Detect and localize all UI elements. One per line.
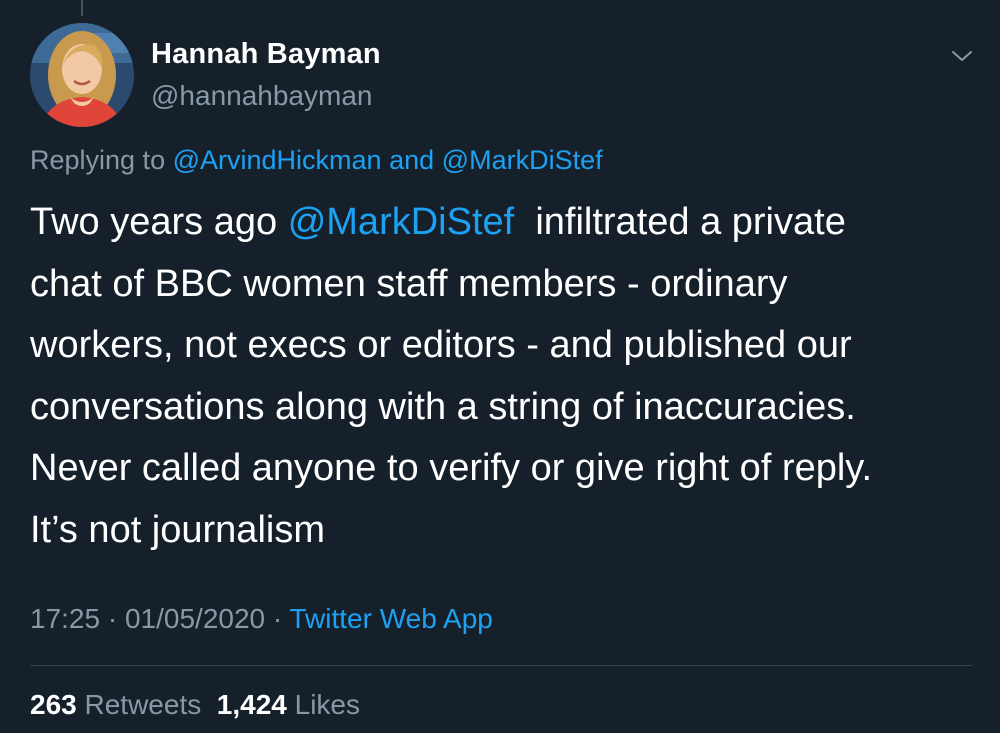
tweet-source-link[interactable]: Twitter Web App <box>290 603 493 634</box>
tweet-time[interactable]: 17:25 <box>30 603 100 634</box>
author-handle[interactable]: @hannahbayman <box>151 80 372 112</box>
tweet-line-5: Never called anyone to verify or give ri… <box>30 447 873 489</box>
tweet-mention-markdistef[interactable]: @MarkDiStef <box>288 201 515 243</box>
chevron-down-icon[interactable] <box>948 46 976 66</box>
retweets-stat[interactable]: 263 Retweets <box>30 689 201 720</box>
tweet-text: Two years ago @MarkDiStef infiltrated a … <box>30 192 980 561</box>
thread-connector-line <box>81 0 83 16</box>
divider <box>30 665 972 666</box>
tweet-line-4: conversations along with a string of ina… <box>30 385 856 428</box>
retweets-label: Retweets <box>84 689 202 720</box>
retweets-count: 263 <box>30 689 77 720</box>
tweet-text-segment: Two years ago <box>30 201 278 243</box>
meta-separator: · <box>107 603 118 634</box>
author-name[interactable]: Hannah Bayman <box>151 38 381 71</box>
tweet-line-1: Two years ago @MarkDiStef infiltrated a … <box>30 192 980 254</box>
reply-conjunction[interactable]: and <box>389 145 434 175</box>
meta-separator: · <box>272 603 283 634</box>
replying-to-line: Replying to @ArvindHickman and @MarkDiSt… <box>30 145 603 176</box>
avatar-photo <box>30 23 134 127</box>
tweet-line-2: chat of BBC women staff members - ordina… <box>30 262 788 305</box>
tweet-line-3: workers, not execs or editors - and publ… <box>30 324 852 366</box>
tweet-stats: 263 Retweets 1,424 Likes <box>30 689 360 721</box>
tweet-date[interactable]: 01/05/2020 <box>125 603 265 634</box>
reply-mention-markdistef[interactable]: @MarkDiStef <box>442 145 603 175</box>
likes-count: 1,424 <box>216 689 287 720</box>
likes-stat[interactable]: 1,424 Likes <box>217 689 360 720</box>
avatar[interactable] <box>30 23 134 127</box>
tweet-meta: 17:25 · 01/05/2020 · Twitter Web App <box>30 603 493 635</box>
replying-to-label: Replying to <box>30 145 166 175</box>
reply-mention-arvindhickman[interactable]: @ArvindHickman <box>173 145 382 175</box>
tweet-line-6: It’s not journalism <box>30 508 325 551</box>
likes-label: Likes <box>294 689 361 720</box>
tweet-text-segment: infiltrated a private <box>535 201 846 243</box>
